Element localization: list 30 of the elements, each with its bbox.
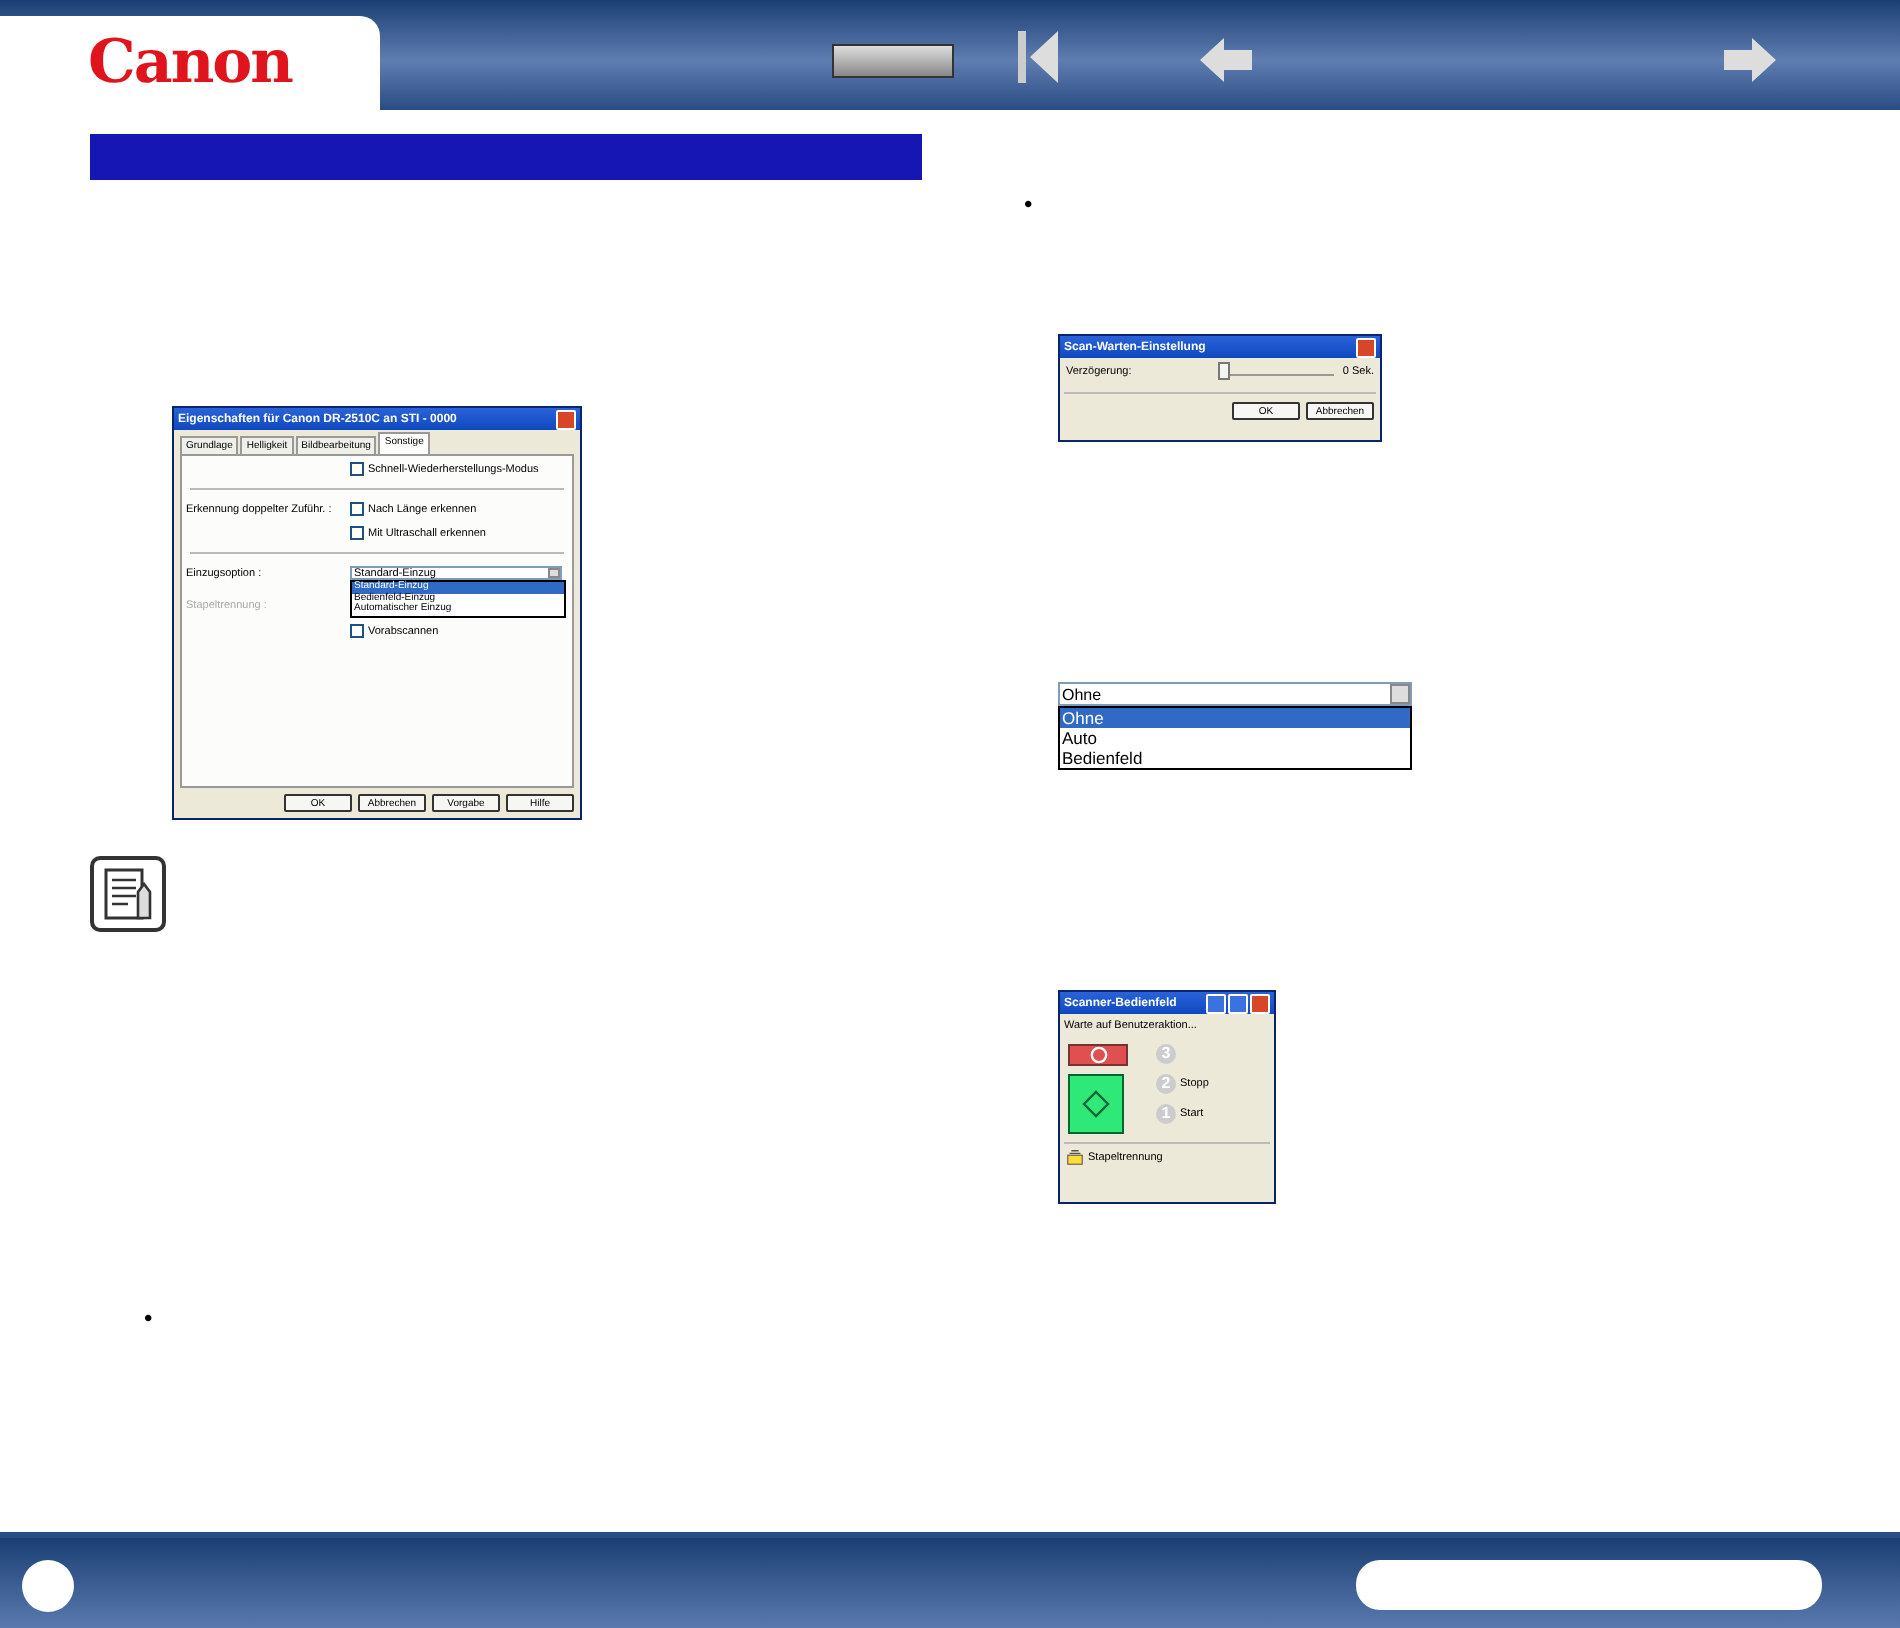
search-pill[interactable] — [1356, 1560, 1822, 1610]
close-icon[interactable] — [1250, 993, 1270, 1013]
forward-arrow-icon[interactable] — [1722, 36, 1778, 84]
page-number-badge — [22, 1560, 74, 1612]
dropdown-option[interactable]: Bedienfeld — [1060, 748, 1410, 768]
close-icon[interactable] — [1356, 337, 1376, 357]
stop-button[interactable] — [1068, 1044, 1128, 1066]
bullet: • — [144, 1304, 153, 1332]
first-page-icon[interactable] — [1016, 28, 1060, 86]
stop-icon — [1089, 1046, 1107, 1064]
diamond-icon — [1082, 1090, 1110, 1118]
bullet: • — [1024, 190, 1033, 218]
delay-slider[interactable] — [1218, 368, 1335, 376]
close-icon[interactable] — [556, 409, 576, 429]
maximize-icon[interactable] — [1228, 993, 1248, 1013]
start-button[interactable] — [1068, 1074, 1124, 1134]
checkbox[interactable] — [350, 502, 364, 516]
back-arrow-icon[interactable] — [1198, 36, 1254, 84]
dropdown-option[interactable]: Ohne — [1060, 708, 1410, 728]
checkbox[interactable] — [350, 526, 364, 540]
note-icon — [90, 856, 166, 932]
dropdown-option[interactable]: Auto — [1060, 728, 1410, 748]
slider-thumb[interactable] — [1218, 362, 1231, 380]
dropdown[interactable]: Ohne — [1058, 682, 1412, 706]
logo: Canon — [88, 28, 292, 98]
minimize-icon[interactable] — [1206, 993, 1226, 1013]
checkbox[interactable] — [350, 624, 364, 638]
stack-icon — [1066, 1148, 1084, 1166]
checkbox[interactable] — [350, 462, 364, 476]
contents-button[interactable] — [832, 44, 954, 78]
